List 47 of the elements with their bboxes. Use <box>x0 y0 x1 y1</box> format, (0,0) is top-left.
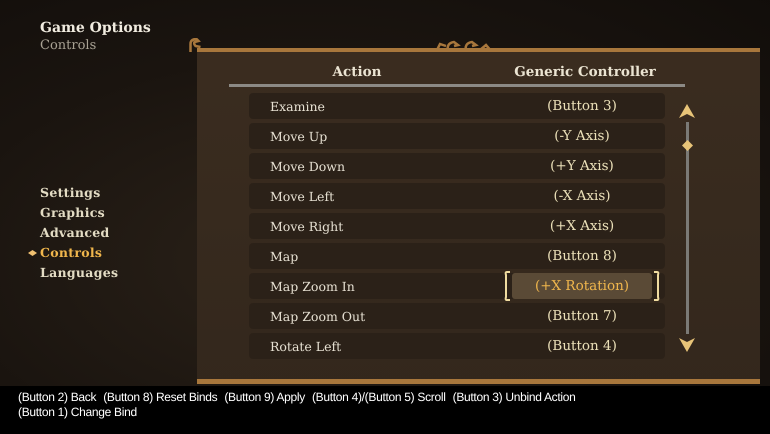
diamond-icon <box>28 250 37 256</box>
binding-row[interactable]: Move Down (+Y Axis) <box>249 153 665 179</box>
column-header: Action <box>331 64 382 80</box>
binding-row[interactable]: Move Left (-X Axis) <box>249 183 665 209</box>
scroll-up-arrow-icon[interactable] <box>679 104 695 118</box>
menu-item[interactable]: Controls <box>40 245 102 260</box>
scroll-thumb-icon[interactable] <box>682 140 692 151</box>
binding-row[interactable]: Map (Button 8) <box>249 243 665 269</box>
menu-subtitle: Controls <box>40 38 96 53</box>
action-cell-text: Map <box>269 248 300 264</box>
bracket-icon <box>652 270 660 302</box>
binding-row[interactable]: Move Right (+X Axis) <box>249 213 665 239</box>
bracket-icon <box>504 270 512 302</box>
action-cell-text: Move Up <box>269 128 328 144</box>
action-cell-text: Move Right <box>269 218 344 234</box>
column-header: Generic Controller <box>513 64 657 80</box>
binding-button[interactable]: (Button 4) <box>512 333 652 359</box>
menu-item[interactable]: Settings <box>40 185 101 200</box>
action-cell-text: Rotate Left <box>269 338 342 354</box>
action-cell-text: Map Zoom Out <box>269 308 366 324</box>
action-cell-text: Move Down <box>269 158 346 174</box>
menu-title: Game Options <box>40 20 151 36</box>
binding-button[interactable]: (-X Axis) <box>512 183 652 209</box>
binding-button[interactable]: (Button 8) <box>512 243 652 269</box>
binding-row[interactable]: Map Zoom In (+X Rotation) <box>249 273 665 299</box>
control-hint: (Button 9) Apply <box>224 390 305 405</box>
menu-item[interactable]: Advanced <box>40 225 110 240</box>
binding-button[interactable]: (-Y Axis) <box>512 123 652 149</box>
binding-button[interactable]: (+X Axis) <box>512 213 652 239</box>
control-hint: (Button 4)/(Button 5) Scroll <box>312 390 446 405</box>
menu-item[interactable]: Graphics <box>40 205 105 220</box>
control-hint: (Button 1) Change Bind <box>18 405 137 420</box>
control-hint: (Button 8) Reset Binds <box>103 390 218 405</box>
action-cell-text: Map Zoom In <box>269 278 356 294</box>
control-hint: (Button 3) Unbind Action <box>452 390 576 405</box>
binding-row[interactable]: Rotate Left (Button 4) <box>249 333 665 359</box>
control-hint: (Button 2) Back <box>18 390 96 405</box>
binding-row[interactable]: Map Zoom Out (Button 7) <box>249 303 665 329</box>
binding-button[interactable]: (Button 3) <box>512 93 652 119</box>
binding-row[interactable]: Examine (Button 3) <box>249 93 665 119</box>
action-cell-text: Move Left <box>269 188 336 204</box>
scroll-down-arrow-icon[interactable] <box>679 338 695 352</box>
binding-row[interactable]: Move Up (-Y Axis) <box>249 123 665 149</box>
menu-item[interactable]: Languages <box>40 265 118 280</box>
binding-button[interactable]: (Button 7) <box>512 303 652 329</box>
binding-button[interactable]: (+Y Axis) <box>512 153 652 179</box>
action-cell-text: Examine <box>269 98 326 114</box>
